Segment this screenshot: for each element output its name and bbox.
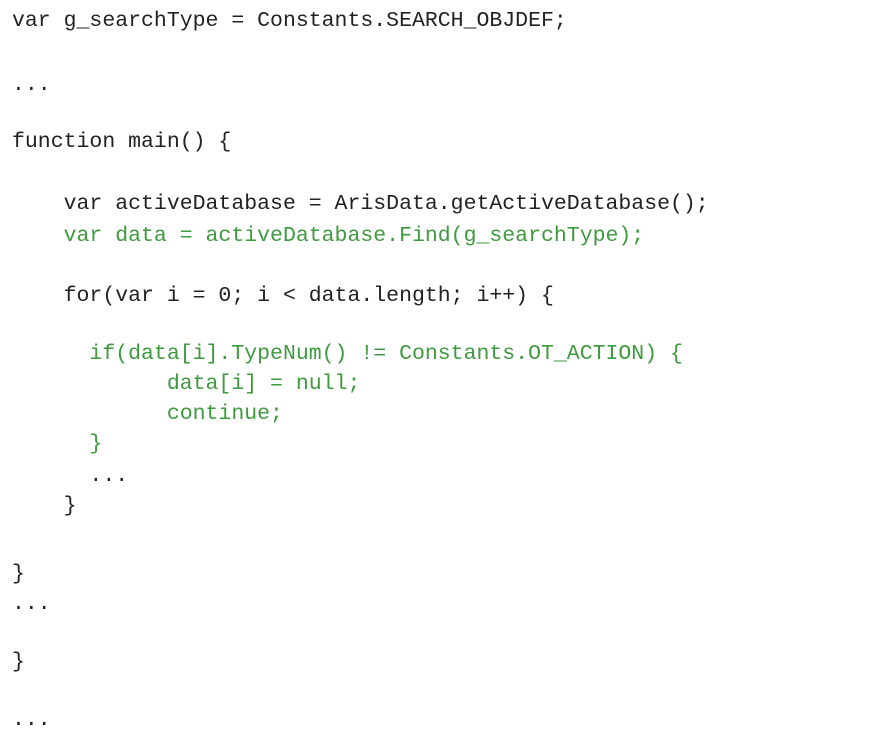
- code-line-10: }: [12, 432, 103, 456]
- code-line-7: if(data[i].TypeNum() != Constants.OT_ACT…: [12, 342, 683, 366]
- code-line-13: }: [12, 562, 25, 586]
- code-line-14: ...: [12, 592, 51, 616]
- code-snippet: var g_searchType = Constants.SEARCH_OBJD…: [0, 0, 874, 732]
- code-line-3: function main() {: [12, 130, 232, 154]
- code-line-6: for(var i = 0; i < data.length; i++) {: [12, 284, 554, 308]
- code-line-5: var data = activeDatabase.Find(g_searchT…: [12, 224, 645, 248]
- code-line-15: }: [12, 650, 25, 674]
- code-line-8: data[i] = null;: [12, 372, 361, 396]
- code-line-16: ...: [12, 708, 51, 732]
- code-line-2: ...: [12, 73, 51, 97]
- code-line-11: ...: [12, 464, 129, 488]
- code-line-12: }: [12, 494, 77, 518]
- code-line-4: var activeDatabase = ArisData.getActiveD…: [12, 192, 709, 216]
- code-line-9: continue;: [12, 402, 283, 426]
- code-line-1: var g_searchType = Constants.SEARCH_OBJD…: [12, 9, 567, 33]
